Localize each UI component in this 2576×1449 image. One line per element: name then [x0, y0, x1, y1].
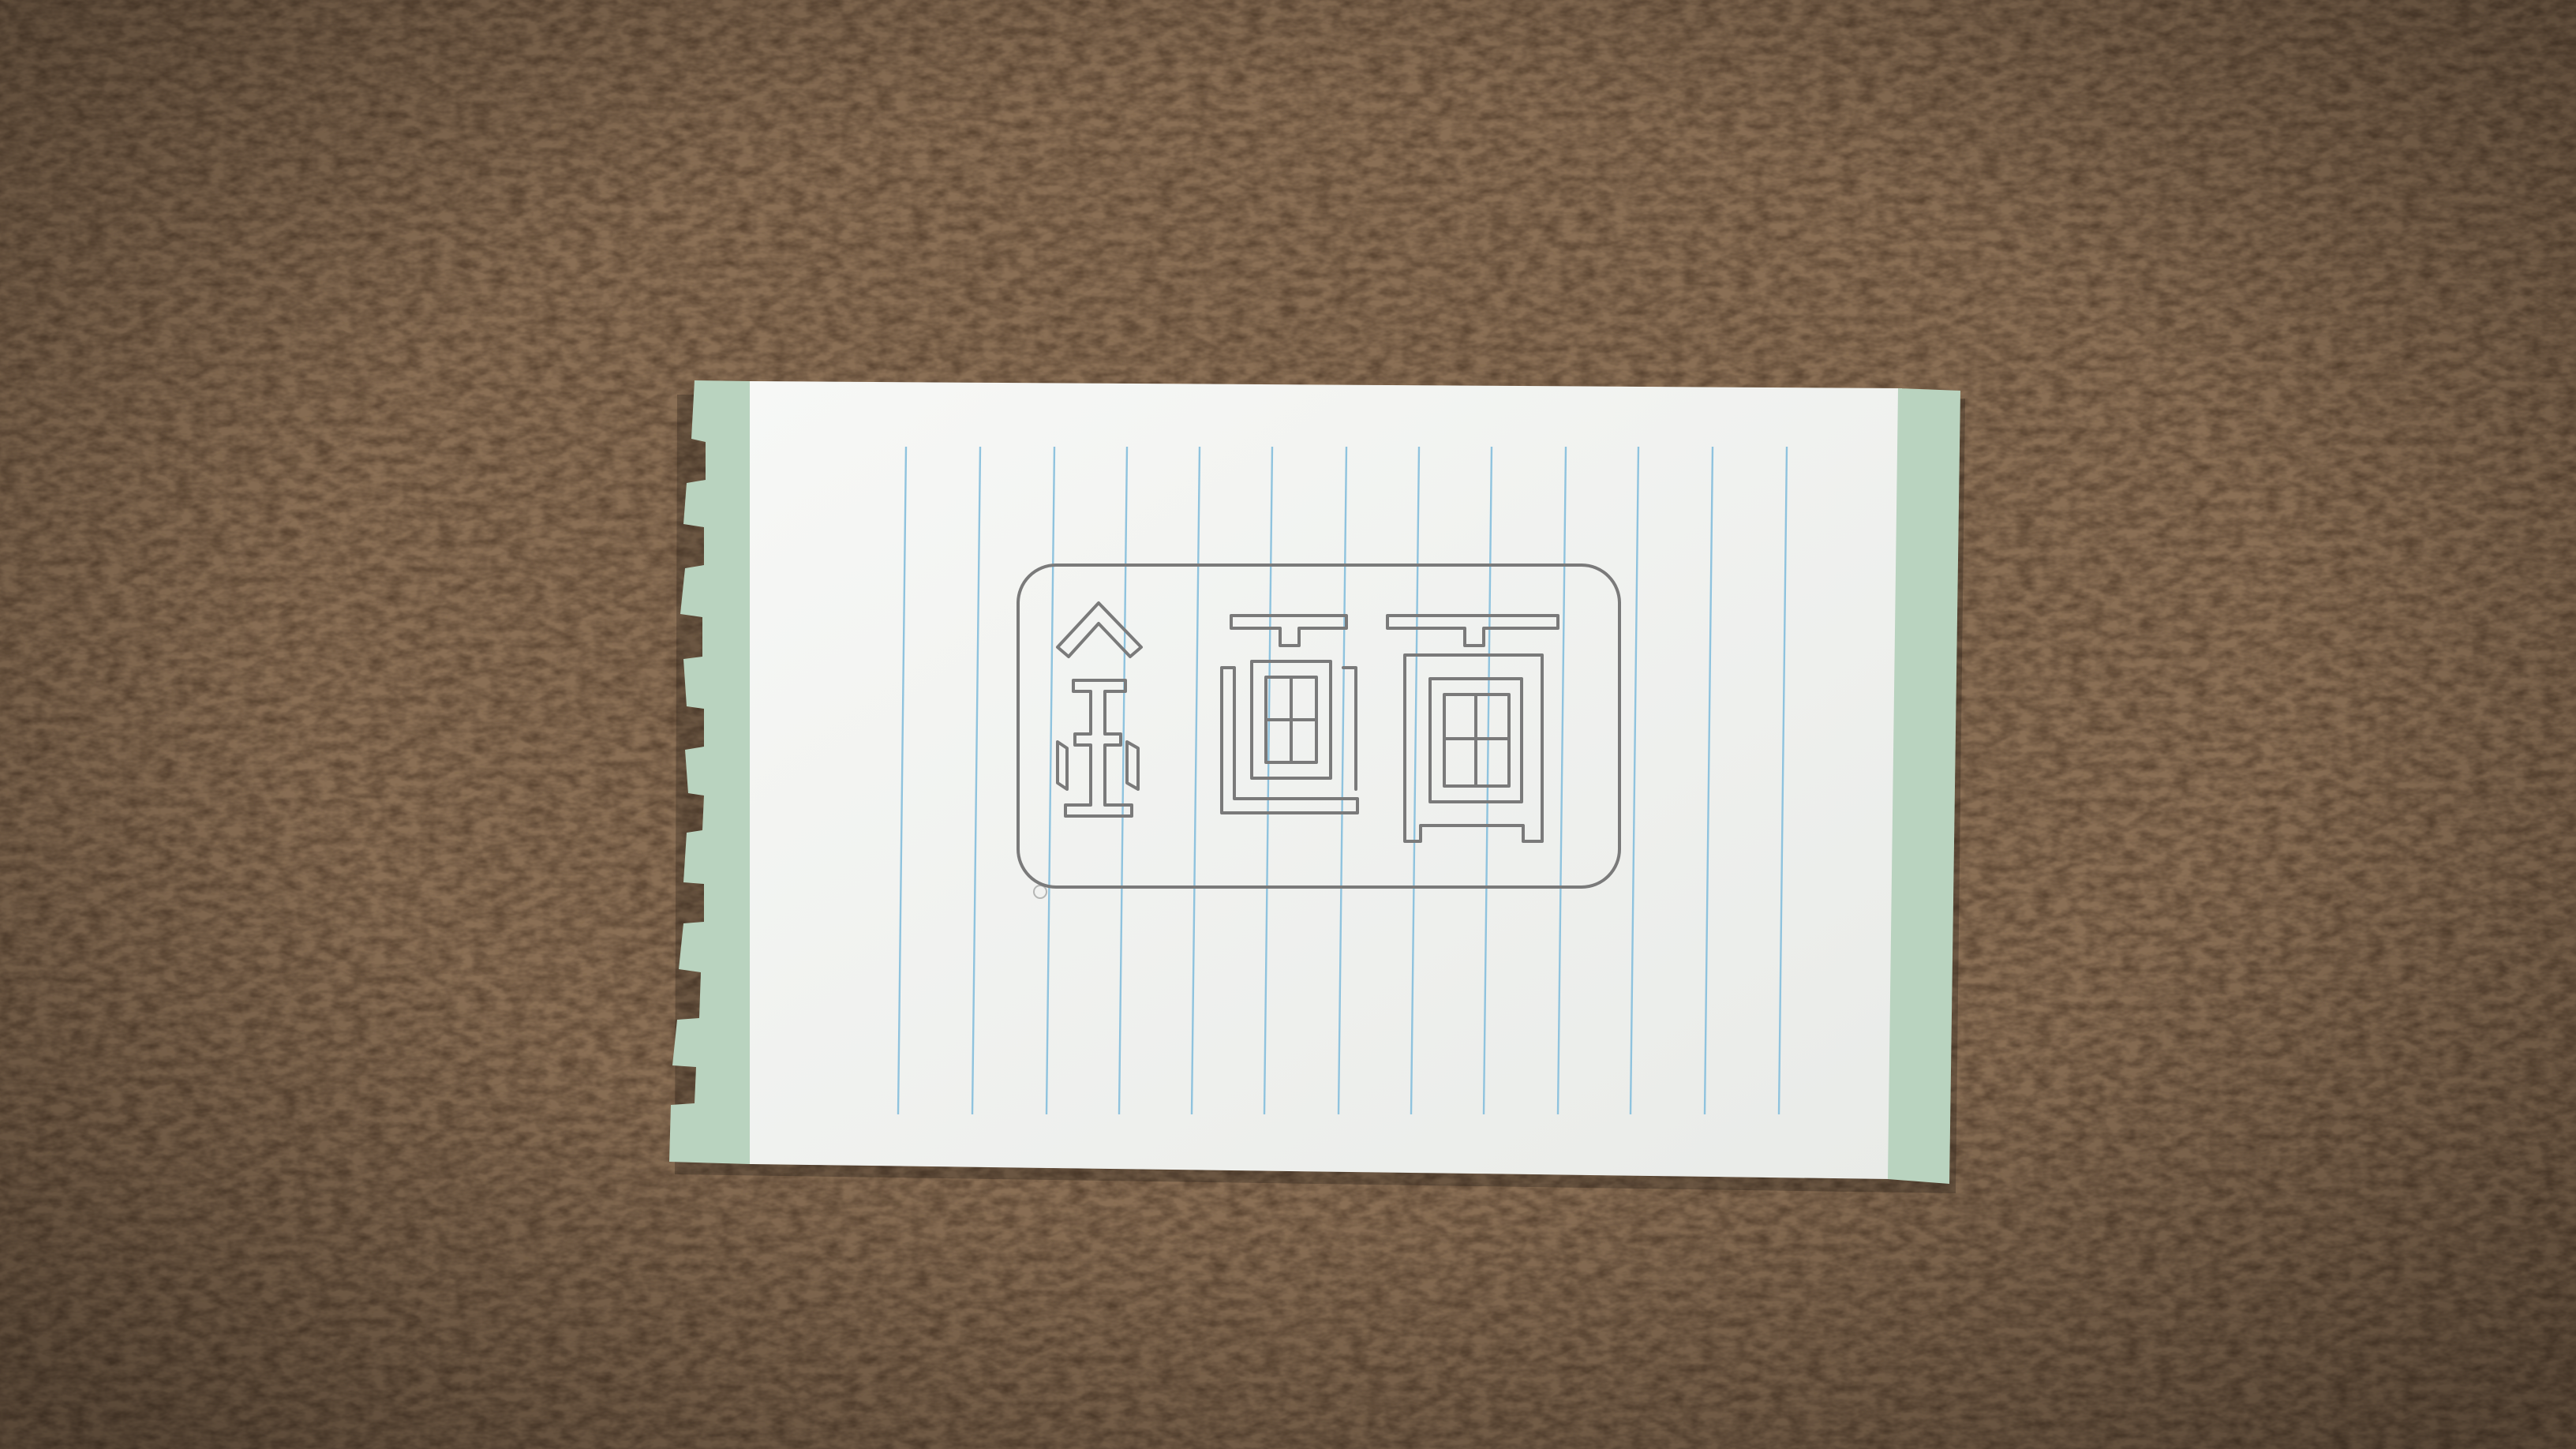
paper-sheet: [750, 381, 1902, 1179]
photo-scene: [0, 0, 2576, 1449]
notebook-page: [669, 380, 1960, 1184]
paper-right-edge: [1888, 388, 1960, 1184]
